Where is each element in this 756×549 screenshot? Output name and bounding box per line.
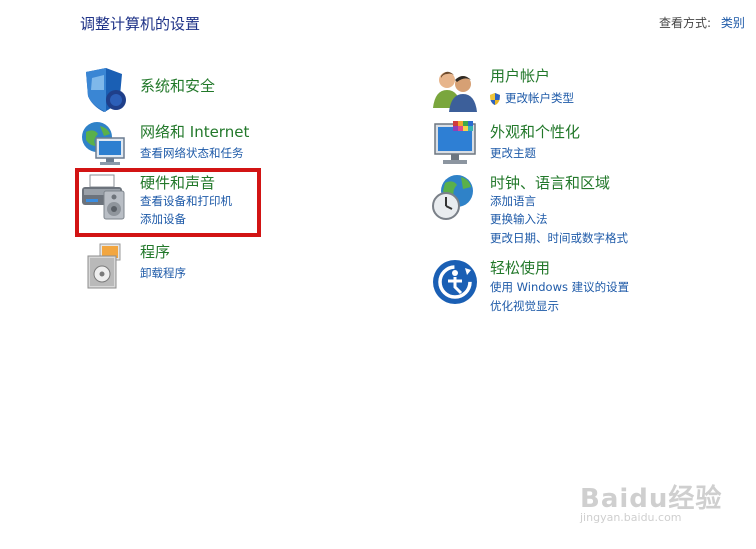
category-title[interactable]: 外观和个性化 — [490, 123, 580, 141]
users-icon — [433, 71, 477, 112]
category-title[interactable]: 轻松使用 — [490, 259, 550, 277]
category-title[interactable]: 网络和 Internet — [140, 123, 249, 141]
programs-icon — [87, 243, 121, 289]
category-link-text: 更改帐户类型 — [505, 91, 574, 105]
category-system-security: 系统和安全 — [80, 66, 280, 116]
highlight-box — [75, 168, 261, 237]
category-programs: 程序 卸载程序 — [80, 242, 280, 292]
category-link[interactable]: 优化视觉显示 — [490, 298, 559, 314]
page-title: 调整计算机的设置 — [80, 15, 201, 33]
category-link[interactable]: 使用 Windows 建议的设置 — [490, 279, 629, 295]
watermark-brand: Baidu经验 — [580, 484, 723, 514]
category-user-accounts: 用户帐户 更改帐户类型 — [431, 66, 651, 116]
category-link[interactable]: 查看网络状态和任务 — [140, 145, 244, 161]
category-link[interactable]: 卸载程序 — [140, 265, 186, 281]
category-title[interactable]: 用户帐户 — [490, 67, 550, 85]
view-by: 查看方式: 类别 — [659, 14, 745, 31]
network-icon — [82, 122, 125, 165]
monitor-icon — [434, 121, 476, 164]
category-link[interactable]: 更换输入法 — [490, 211, 548, 227]
category-appearance: 外观和个性化 更改主题 — [431, 120, 651, 170]
category-clock-language-region: 时钟、语言和区域 添加语言 更换输入法 更改日期、时间或数字格式 — [431, 173, 671, 253]
shield-icon — [86, 68, 126, 112]
category-title[interactable]: 时钟、语言和区域 — [490, 174, 610, 192]
view-by-dropdown[interactable]: 类别 — [721, 16, 745, 30]
category-link[interactable]: 添加语言 — [490, 193, 536, 209]
category-network-internet: 网络和 Internet 查看网络状态和任务 — [80, 120, 280, 170]
uac-shield-icon — [490, 92, 500, 105]
category-title[interactable]: 程序 — [140, 243, 170, 261]
category-link[interactable]: 更改日期、时间或数字格式 — [490, 230, 628, 246]
view-by-label: 查看方式: — [659, 16, 712, 30]
category-ease-of-access: 轻松使用 使用 Windows 建议的设置 优化视觉显示 — [431, 258, 671, 318]
category-link[interactable]: 更改主题 — [490, 145, 536, 161]
category-link[interactable]: 更改帐户类型 — [488, 90, 574, 106]
category-title[interactable]: 系统和安全 — [140, 77, 215, 95]
watermark: Baidu经验 jingyan.baidu.com — [580, 478, 722, 524]
ease-of-access-icon — [433, 260, 477, 304]
clock-globe-icon — [432, 175, 473, 220]
